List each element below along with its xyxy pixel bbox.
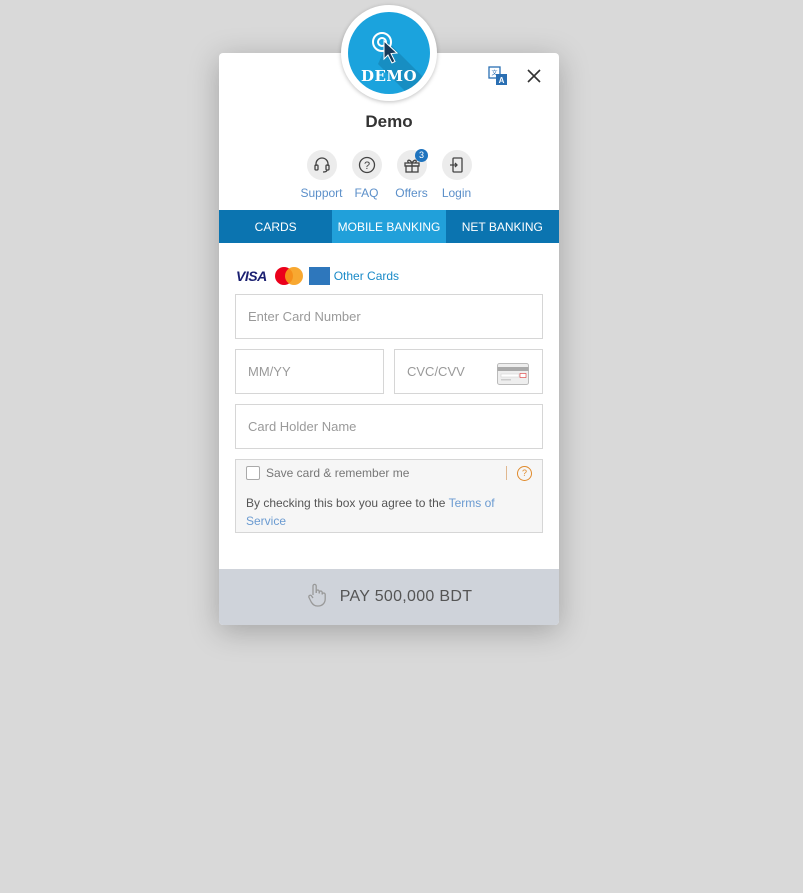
save-card-panel: Save card & remember me ? By checking th… — [235, 459, 543, 533]
terms-prefix: By checking this box you agree to the — [246, 496, 449, 510]
pay-button[interactable]: PAY 500,000 BDT — [219, 569, 559, 625]
offers-label: Offers — [395, 186, 428, 200]
amex-logo — [308, 267, 330, 285]
terms-text: By checking this box you agree to the Te… — [246, 494, 536, 530]
svg-text:文: 文 — [491, 69, 497, 77]
pay-button-label: PAY 500,000 BDT — [339, 588, 473, 605]
header-actions: A 文 — [487, 65, 545, 87]
question-icon: ? — [351, 150, 382, 180]
translate-icon[interactable]: A 文 — [487, 65, 509, 87]
quick-links: Support ? FAQ 3 Offers Login — [299, 149, 479, 200]
tab-mobile-banking[interactable]: MOBILE BANKING — [332, 210, 446, 243]
logo-text: DEMO — [360, 67, 418, 85]
help-icon[interactable]: ? — [517, 466, 532, 481]
svg-text:A: A — [499, 76, 505, 85]
save-card-row: Save card & remember me — [246, 466, 409, 480]
expiry-input[interactable] — [235, 349, 384, 394]
close-icon[interactable] — [523, 65, 545, 87]
save-card-checkbox[interactable] — [246, 466, 260, 480]
visa-logo: VISA — [236, 268, 267, 284]
hand-pointer-icon — [306, 582, 328, 613]
support-link[interactable]: Support — [299, 150, 344, 200]
card-brand-logos: VISA Other Cards — [236, 267, 399, 285]
login-icon — [441, 150, 472, 180]
other-cards-link[interactable]: Other Cards — [334, 269, 399, 283]
payment-modal: A 文 Demo Support ? FAQ 3 Offers Login CA… — [219, 53, 559, 625]
card-number-input[interactable] — [235, 294, 543, 339]
svg-text:?: ? — [363, 160, 369, 172]
offers-link[interactable]: 3 Offers — [389, 149, 434, 200]
tab-net-banking[interactable]: NET BANKING — [446, 210, 559, 243]
login-label: Login — [441, 186, 472, 200]
payment-tabs: CARDS MOBILE BANKING NET BANKING — [219, 210, 559, 243]
card-back-icon — [497, 363, 529, 385]
save-card-label: Save card & remember me — [266, 466, 410, 480]
headset-icon — [306, 150, 337, 180]
tab-cards[interactable]: CARDS — [219, 210, 332, 243]
mastercard-logo — [274, 267, 303, 285]
demo-logo: DEMO — [348, 12, 430, 94]
merchant-logo: DEMO — [341, 5, 437, 101]
login-link[interactable]: Login — [434, 150, 479, 200]
faq-label: FAQ — [354, 186, 379, 200]
offers-badge: 3 — [415, 149, 428, 162]
support-label: Support — [300, 186, 343, 200]
card-holder-input[interactable] — [235, 404, 543, 449]
divider — [506, 466, 507, 480]
merchant-name: Demo — [365, 112, 413, 131]
faq-link[interactable]: ? FAQ — [344, 150, 389, 200]
